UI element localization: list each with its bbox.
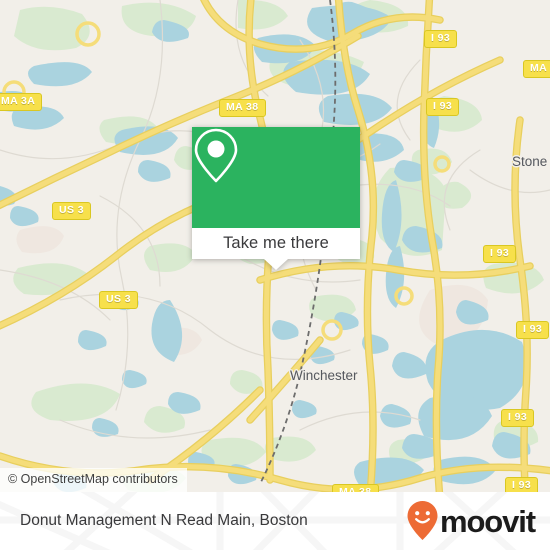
road-shield: MA 38 [219, 99, 266, 117]
callout-tail [264, 259, 288, 270]
moovit-map-page: .w { fill:#aad3df; } .pk { fill:#d9ead0;… [0, 0, 550, 550]
place-label-stoneham: Stone [512, 154, 548, 169]
location-callout[interactable]: Take me there [192, 127, 360, 270]
take-me-there-label: Take me there [223, 234, 329, 252]
road-shield: I 93 [516, 321, 550, 339]
place-label-winchester: Winchester [290, 368, 358, 383]
map-canvas[interactable]: .w { fill:#aad3df; } .pk { fill:#d9ead0;… [0, 0, 550, 492]
callout-icon-panel [192, 127, 360, 228]
location-title: Donut Management N Read Main, Boston [20, 512, 308, 529]
moovit-smiley-pin-icon [407, 501, 438, 540]
moovit-brand[interactable]: moovit [406, 500, 536, 542]
road-shield: I 93 [426, 98, 460, 116]
road-shield: MA 38 [332, 484, 379, 492]
road-shield: MA 3A [0, 93, 43, 111]
map-pin-icon [194, 128, 238, 183]
road-shield: MA 2 [523, 60, 550, 78]
road-shield: I 93 [424, 30, 458, 48]
road-shield: I 93 [483, 245, 517, 263]
map-attribution[interactable]: © OpenStreetMap contributors [0, 468, 187, 492]
callout-action-panel[interactable]: Take me there [192, 228, 360, 259]
road-shield: I 93 [505, 477, 539, 492]
road-shield: I 93 [501, 409, 535, 427]
moovit-wordmark: moovit [439, 503, 536, 539]
footer-bar: Donut Management N Read Main, Boston moo… [0, 492, 550, 550]
road-shield: US 3 [52, 202, 91, 220]
road-shield: US 3 [99, 291, 138, 309]
